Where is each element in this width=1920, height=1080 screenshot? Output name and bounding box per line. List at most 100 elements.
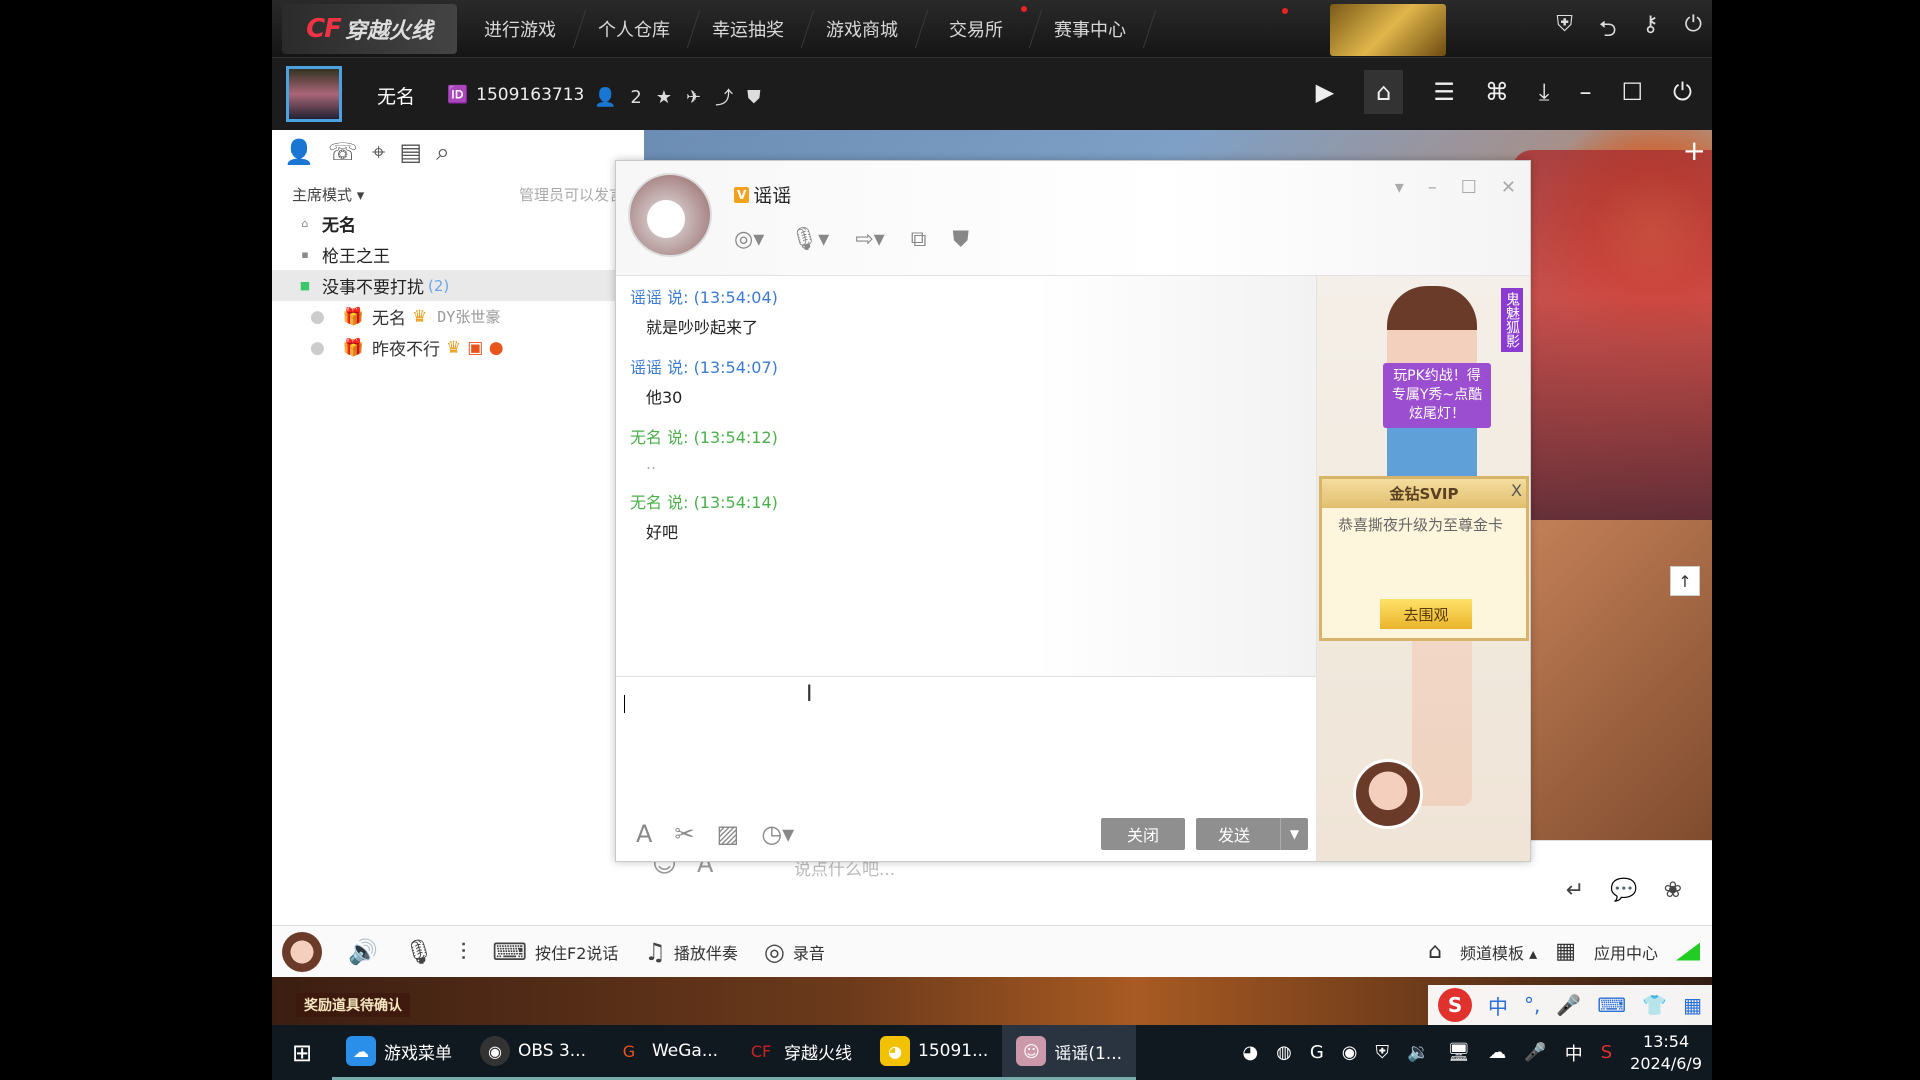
tray-lang[interactable]: 中: [1565, 1040, 1583, 1066]
folder-icon[interactable]: ⇨▾: [855, 227, 884, 252]
tab-lottery[interactable]: 幸运抽奖: [681, 10, 815, 48]
return-icon[interactable]: ⮌: [1599, 12, 1617, 50]
mode-select[interactable]: 主席模式 ▾: [292, 184, 364, 204]
keyboard-icon[interactable]: ⌨: [1597, 993, 1626, 1017]
shirt-icon[interactable]: 👕: [1642, 993, 1667, 1017]
member-row[interactable]: ● 🎁 昨夜不行 ♛ ▣ ●: [272, 332, 644, 363]
power-icon[interactable]: ⏻: [1673, 78, 1692, 106]
tab-events[interactable]: 赛事中心: [1023, 10, 1157, 48]
share-icon[interactable]: ⤴: [715, 84, 733, 110]
play-music-button[interactable]: ♫ 播放伴奏: [644, 938, 738, 966]
taskbar-app[interactable]: ◕ 15091...: [866, 1025, 1003, 1080]
plane-icon[interactable]: ✈: [686, 87, 701, 108]
cloud-icon[interactable]: ☁: [1488, 1042, 1506, 1063]
record-button[interactable]: ◎ 录音: [764, 938, 825, 966]
dropdown-icon[interactable]: ▾: [1395, 177, 1404, 198]
tab-storage[interactable]: 个人仓库: [567, 10, 701, 48]
sogou-tray-icon[interactable]: S: [1601, 1042, 1612, 1063]
mic-icon[interactable]: 🎤: [1556, 993, 1581, 1017]
shield-icon[interactable]: ⛊: [952, 227, 969, 252]
contact-name[interactable]: 谣谣: [753, 181, 791, 208]
key-icon[interactable]: ⚷: [1642, 12, 1658, 50]
ime-lang[interactable]: 中: [1488, 991, 1508, 1020]
font-icon[interactable]: A: [636, 820, 652, 848]
maximize-icon[interactable]: ☐: [1461, 177, 1477, 198]
wegame-tray-icon[interactable]: ◍: [1276, 1042, 1292, 1063]
reward-banner[interactable]: 奖励道具待确认: [296, 993, 410, 1017]
close-icon[interactable]: ✕: [1501, 177, 1516, 198]
equalizer-icon[interactable]: ⫶: [460, 938, 466, 966]
grid-icon[interactable]: ▦: [1555, 939, 1576, 964]
my-avatar[interactable]: [1353, 759, 1423, 829]
obs-tray-icon[interactable]: ◉: [1342, 1042, 1358, 1063]
plus-icon[interactable]: +: [1683, 134, 1706, 167]
close-button[interactable]: 关闭: [1101, 817, 1185, 850]
minimize-icon[interactable]: –: [1428, 177, 1437, 198]
send-options-icon[interactable]: ▼: [1280, 817, 1308, 850]
channel-row[interactable]: ■ 没事不要打扰 (2): [272, 270, 644, 301]
gamepad-icon[interactable]: ⌘: [1485, 78, 1509, 106]
speaker-icon[interactable]: 🔊: [348, 938, 378, 966]
screen-share-icon[interactable]: ⧉: [911, 227, 927, 252]
vertical-tag[interactable]: 鬼魅狐影: [1501, 288, 1523, 352]
clock[interactable]: 13:54 2024/6/9: [1630, 1031, 1702, 1075]
enter-icon[interactable]: ↵: [1566, 878, 1584, 903]
notes-icon[interactable]: ▤: [399, 138, 422, 166]
report-icon[interactable]: ⛊: [747, 87, 761, 108]
user-icon[interactable]: 👤: [284, 138, 314, 166]
history-icon[interactable]: ◷▾: [761, 820, 794, 848]
person-icon[interactable]: 👤: [594, 87, 616, 108]
minimize-icon[interactable]: –: [1580, 78, 1592, 106]
template-button[interactable]: 频道模板 ▴: [1460, 940, 1537, 964]
star-icon[interactable]: ★: [656, 87, 672, 108]
windows-start-icon[interactable]: ⊞: [272, 1039, 332, 1067]
grid-icon[interactable]: ▦: [1683, 993, 1702, 1017]
volume-icon[interactable]: 🔉: [1407, 1042, 1429, 1063]
shield-icon[interactable]: ⛨: [1556, 12, 1573, 50]
house-icon[interactable]: ⌂: [1428, 939, 1442, 964]
contact-avatar[interactable]: [628, 173, 712, 257]
taskbar-app[interactable]: ◉ OBS 3...: [466, 1025, 600, 1080]
tab-shop[interactable]: 游戏商城: [795, 10, 929, 48]
mic-icon[interactable]: 🎙: [404, 938, 434, 966]
message-list[interactable]: 谣谣 说: (13:54:04) 就是吵吵起来了 谣谣 说: (13:54:07…: [616, 276, 1316, 676]
close-icon[interactable]: X: [1511, 481, 1522, 500]
avatar[interactable]: [282, 931, 322, 972]
scissors-icon[interactable]: ✂: [674, 820, 694, 848]
maximize-icon[interactable]: ☐: [1622, 78, 1644, 106]
download-icon[interactable]: ⤓: [1539, 78, 1550, 106]
power-icon[interactable]: ⏻: [1685, 12, 1702, 50]
list-icon[interactable]: ☰: [1433, 78, 1455, 106]
bubble-icon[interactable]: 💬: [1610, 878, 1637, 903]
g-tray-icon[interactable]: G: [1310, 1042, 1324, 1063]
scroll-up-button[interactable]: ↑: [1670, 566, 1700, 596]
taskbar-app[interactable]: ☁ 游戏菜单: [332, 1025, 466, 1080]
channel-row[interactable]: ▪ 枪王之王: [272, 239, 644, 270]
home-icon[interactable]: ⌂: [1364, 70, 1404, 114]
security-icon[interactable]: ⛨: [1376, 1042, 1390, 1063]
flower-icon[interactable]: ❀: [1664, 878, 1682, 903]
tab-trade[interactable]: 交易所: [909, 10, 1043, 48]
location-icon[interactable]: ⌖: [372, 138, 386, 166]
taskbar-app[interactable]: G WeGa...: [599, 1025, 733, 1080]
network-icon[interactable]: 🖥: [1447, 1042, 1470, 1063]
avatar[interactable]: [286, 66, 342, 122]
taskbar-app[interactable]: CF 穿越火线: [732, 1025, 867, 1080]
push-to-talk-button[interactable]: ⌨ 按住F2说话: [492, 938, 618, 966]
punct-icon[interactable]: °,: [1524, 993, 1540, 1017]
promo-bubble[interactable]: 玩PK约战！得专属Y秀~点酷炫尾灯！: [1383, 363, 1491, 428]
camera-icon[interactable]: ◎▾: [734, 227, 764, 252]
member-row[interactable]: ● 🎁 无名 ♛ DY张世豪: [272, 301, 644, 332]
image-icon[interactable]: ▨: [717, 820, 740, 848]
video-icon[interactable]: ▶: [1316, 78, 1334, 106]
chat-icon[interactable]: ☏: [328, 138, 358, 166]
channel-row[interactable]: ⌂ 无名: [272, 208, 644, 239]
yy-tray-icon[interactable]: ◕: [1242, 1042, 1258, 1063]
sogou-icon[interactable]: S: [1438, 988, 1473, 1022]
mic-icon[interactable]: 🎙▾: [790, 227, 829, 252]
mic-icon[interactable]: 🎤: [1524, 1042, 1546, 1063]
promo-banner[interactable]: [1330, 4, 1446, 56]
svip-view-button[interactable]: 去围观: [1380, 599, 1472, 629]
send-button[interactable]: 发送 ▼: [1196, 817, 1308, 850]
app-center-button[interactable]: 应用中心: [1594, 940, 1658, 964]
